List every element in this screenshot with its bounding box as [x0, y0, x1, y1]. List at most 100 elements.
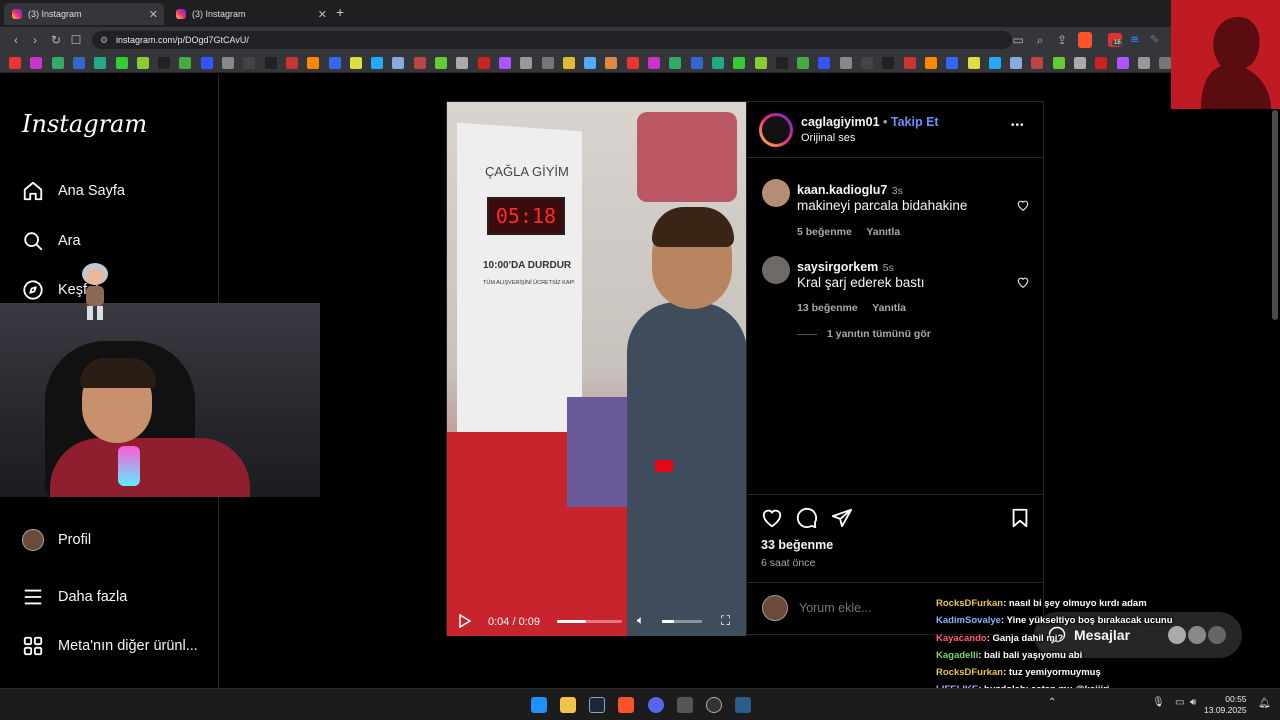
chat-username[interactable]: KadimSovalye: [936, 615, 1001, 626]
browser-tab[interactable]: (3) Instagram ✕: [168, 3, 333, 25]
nav-meta[interactable]: Meta'nın diğer ürünl...: [22, 632, 198, 660]
bookmark-icon[interactable]: [498, 57, 511, 69]
bookmark-icon[interactable]: [988, 57, 1001, 69]
reload-icon[interactable]: ↻: [48, 32, 64, 48]
reel-video[interactable]: ÇAĞLA GİYİM 05:18 10:00'DA DURDUR TÜM AL…: [447, 102, 746, 636]
back-icon[interactable]: ‹: [8, 32, 24, 48]
chat-username[interactable]: Kayacando: [936, 633, 987, 644]
bookmark-icon[interactable]: [9, 57, 21, 69]
network-icon[interactable]: ▭: [1175, 697, 1184, 708]
chat-username[interactable]: RocksDFurkan: [936, 667, 1003, 678]
bookmark-icon[interactable]: [136, 57, 149, 69]
share-icon[interactable]: ⇪: [1054, 32, 1070, 48]
steam-icon[interactable]: [735, 697, 751, 713]
audio-label[interactable]: Orijinal ses: [801, 132, 855, 144]
bookmark-icon[interactable]: [967, 57, 980, 69]
reply-button[interactable]: Yanıtla: [872, 302, 906, 314]
like-comment-icon[interactable]: [1016, 198, 1030, 212]
nav-home[interactable]: Ana Sayfa: [22, 177, 125, 205]
bookmark-icon[interactable]: [605, 57, 618, 69]
bookmark-icon[interactable]: [882, 57, 895, 69]
bookmark-icon[interactable]: [477, 57, 490, 69]
comment-likes[interactable]: 5 beğenme: [797, 226, 852, 238]
bookmark-icon[interactable]: [1137, 57, 1150, 69]
start-icon[interactable]: [531, 697, 547, 713]
notification-icon[interactable]: 🔔︎: [1258, 698, 1271, 709]
bookmark-icon[interactable]: [222, 57, 234, 69]
browser-tab-active[interactable]: (3) Instagram ✕: [4, 3, 164, 25]
bookmark-icon[interactable]: [51, 57, 64, 69]
discord-icon[interactable]: [648, 697, 664, 713]
save-icon[interactable]: [1009, 507, 1031, 529]
comment-icon[interactable]: [796, 507, 818, 529]
fullscreen-icon[interactable]: ⛶: [721, 613, 730, 629]
bookmark-icon[interactable]: [903, 57, 916, 69]
bookmark-icon[interactable]: [626, 57, 639, 69]
nav-more[interactable]: Daha fazla: [22, 583, 127, 611]
view-replies-link[interactable]: 1 yanıtın tümünü gör: [827, 328, 931, 340]
chat-username[interactable]: Kagadelli: [936, 650, 978, 661]
bookmark-icon[interactable]: [946, 57, 959, 69]
instagram-logo[interactable]: Instagram: [22, 110, 147, 138]
bookmark-icon[interactable]: [669, 57, 682, 69]
volume-icon[interactable]: 🔈︎: [637, 613, 644, 628]
more-options-icon[interactable]: •••: [1011, 120, 1025, 131]
bookmark-icon[interactable]: [371, 57, 384, 69]
bookmark-icon[interactable]: [179, 57, 192, 69]
bookmark-icon[interactable]: [541, 57, 554, 69]
bookmark-icon[interactable]: [94, 57, 107, 69]
tray-chevron-icon[interactable]: ⌃: [1048, 697, 1056, 708]
bookmark-icon[interactable]: [456, 57, 469, 69]
bookmark-icon[interactable]: [264, 57, 277, 69]
forward-icon[interactable]: ›: [27, 32, 43, 48]
install-icon[interactable]: ▭: [1010, 32, 1026, 48]
like-comment-icon[interactable]: [1016, 275, 1030, 289]
steam-icon[interactable]: [589, 697, 605, 713]
reply-button[interactable]: Yanıtla: [866, 226, 900, 238]
bookmark-icon[interactable]: [1116, 57, 1129, 69]
bookmark-icon[interactable]: [754, 57, 767, 69]
close-tab-icon[interactable]: ✕: [149, 8, 158, 21]
bookmark-icon[interactable]: [711, 57, 724, 69]
app-icon[interactable]: [677, 697, 693, 713]
bookmark-icon[interactable]: [648, 57, 660, 69]
bookmark-icon[interactable]: [1159, 57, 1172, 69]
obs-icon[interactable]: [706, 697, 722, 713]
bookmark-icon[interactable]: [1052, 57, 1065, 69]
extension-icon[interactable]: ✎: [1150, 33, 1162, 47]
bookmark-icon[interactable]: [328, 57, 341, 69]
bookmark-icon[interactable]: [349, 57, 362, 69]
bookmark-icon[interactable]: [733, 57, 746, 69]
bookmark-icon[interactable]: [861, 57, 873, 69]
site-settings-icon[interactable]: ⚙: [100, 31, 108, 49]
bookmark-icon[interactable]: [562, 57, 575, 69]
bookmark-icon[interactable]: [1074, 57, 1086, 69]
page-scrollbar[interactable]: [1272, 110, 1278, 320]
bookmark-icon[interactable]: [200, 57, 213, 69]
volume-slider[interactable]: [662, 620, 702, 623]
author-avatar[interactable]: [759, 113, 793, 147]
close-tab-icon[interactable]: ✕: [318, 8, 327, 21]
author-username[interactable]: caglagiyim01: [801, 115, 880, 129]
mic-icon[interactable]: 🎙︎: [1152, 697, 1165, 708]
bookmark-icon[interactable]: ☐: [68, 32, 84, 48]
bookmark-icon[interactable]: [307, 57, 320, 69]
zoom-icon[interactable]: ⌕: [1032, 32, 1048, 48]
bookmark-icon[interactable]: [413, 57, 426, 69]
bookmark-icon[interactable]: [1095, 57, 1108, 69]
bookmark-icon[interactable]: [1031, 57, 1044, 69]
nav-profile[interactable]: Profil: [22, 526, 91, 554]
wifi-icon[interactable]: ≋: [1130, 33, 1142, 47]
file-explorer-icon[interactable]: [560, 697, 576, 713]
bookmark-icon[interactable]: [285, 57, 298, 69]
bookmark-icon[interactable]: [435, 57, 447, 69]
bookmark-icon[interactable]: [520, 57, 533, 69]
system-clock[interactable]: 00:55 13.09.2025: [1204, 694, 1247, 716]
bookmark-icon[interactable]: [797, 57, 810, 69]
bookmark-icon[interactable]: [30, 57, 43, 69]
comment-likes[interactable]: 13 beğenme: [797, 302, 858, 314]
bookmark-icon[interactable]: [392, 57, 405, 69]
brave-icon[interactable]: [618, 697, 634, 713]
bookmark-icon[interactable]: [775, 57, 788, 69]
bookmark-icon[interactable]: [72, 57, 85, 69]
